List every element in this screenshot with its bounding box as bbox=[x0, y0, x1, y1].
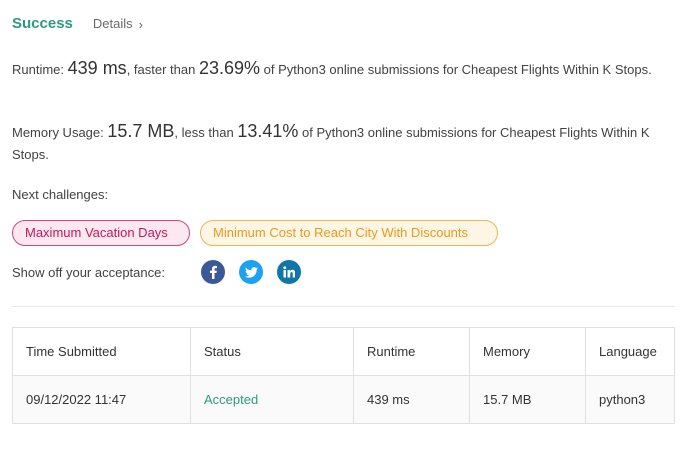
runtime-percent: 23.69% bbox=[198, 58, 261, 78]
memory-label: Memory Usage: bbox=[12, 125, 104, 140]
memory-value: 15.7 MB bbox=[107, 121, 175, 141]
cell-language: python3 bbox=[585, 375, 675, 424]
challenge-pill-maximum-vacation-days[interactable]: Maximum Vacation Days bbox=[12, 220, 190, 246]
chevron-right-icon: › bbox=[138, 17, 143, 32]
runtime-compare: , faster than bbox=[126, 62, 196, 77]
memory-percent: 13.41% bbox=[237, 121, 299, 141]
memory-summary: Memory Usage: 15.7 MB, less than 13.41% … bbox=[12, 120, 667, 166]
linkedin-icon[interactable] bbox=[277, 260, 301, 284]
result-header: Success Details › bbox=[12, 15, 143, 32]
next-challenges-label: Next challenges: bbox=[12, 187, 109, 202]
column-header-time-submitted: Time Submitted bbox=[12, 327, 191, 376]
column-header-status: Status bbox=[190, 327, 354, 376]
twitter-icon[interactable] bbox=[239, 260, 263, 284]
status-title: Success bbox=[12, 15, 73, 32]
runtime-summary: Runtime: 439 ms, faster than 23.69% of P… bbox=[12, 57, 667, 81]
cell-status-link[interactable]: Accepted bbox=[190, 375, 354, 424]
memory-compare: , less than bbox=[174, 125, 234, 140]
details-label: Details bbox=[92, 16, 133, 31]
submission-result-panel: Success Details › Runtime: 439 ms, faste… bbox=[0, 0, 688, 457]
table-header-row: Time Submitted Status Runtime Memory Lan… bbox=[12, 327, 675, 376]
runtime-label: Runtime: bbox=[12, 62, 65, 77]
column-header-language: Language bbox=[585, 327, 675, 376]
details-link[interactable]: Details › bbox=[92, 16, 143, 32]
cell-memory: 15.7 MB bbox=[469, 375, 586, 424]
challenge-pill-minimum-cost[interactable]: Minimum Cost to Reach City With Discount… bbox=[200, 220, 498, 246]
cell-time-submitted: 09/12/2022 11:47 bbox=[12, 375, 191, 424]
share-label: Show off your acceptance: bbox=[12, 265, 165, 280]
column-header-memory: Memory bbox=[469, 327, 586, 376]
cell-runtime: 439 ms bbox=[353, 375, 470, 424]
facebook-icon[interactable] bbox=[201, 260, 225, 284]
submissions-table: Time Submitted Status Runtime Memory Lan… bbox=[12, 327, 675, 424]
runtime-value: 439 ms bbox=[67, 58, 127, 78]
column-header-runtime: Runtime bbox=[353, 327, 470, 376]
section-divider bbox=[12, 306, 675, 307]
table-row: 09/12/2022 11:47 Accepted 439 ms 15.7 MB… bbox=[12, 375, 675, 424]
runtime-suffix: of Python3 online submissions for Cheape… bbox=[263, 62, 652, 77]
